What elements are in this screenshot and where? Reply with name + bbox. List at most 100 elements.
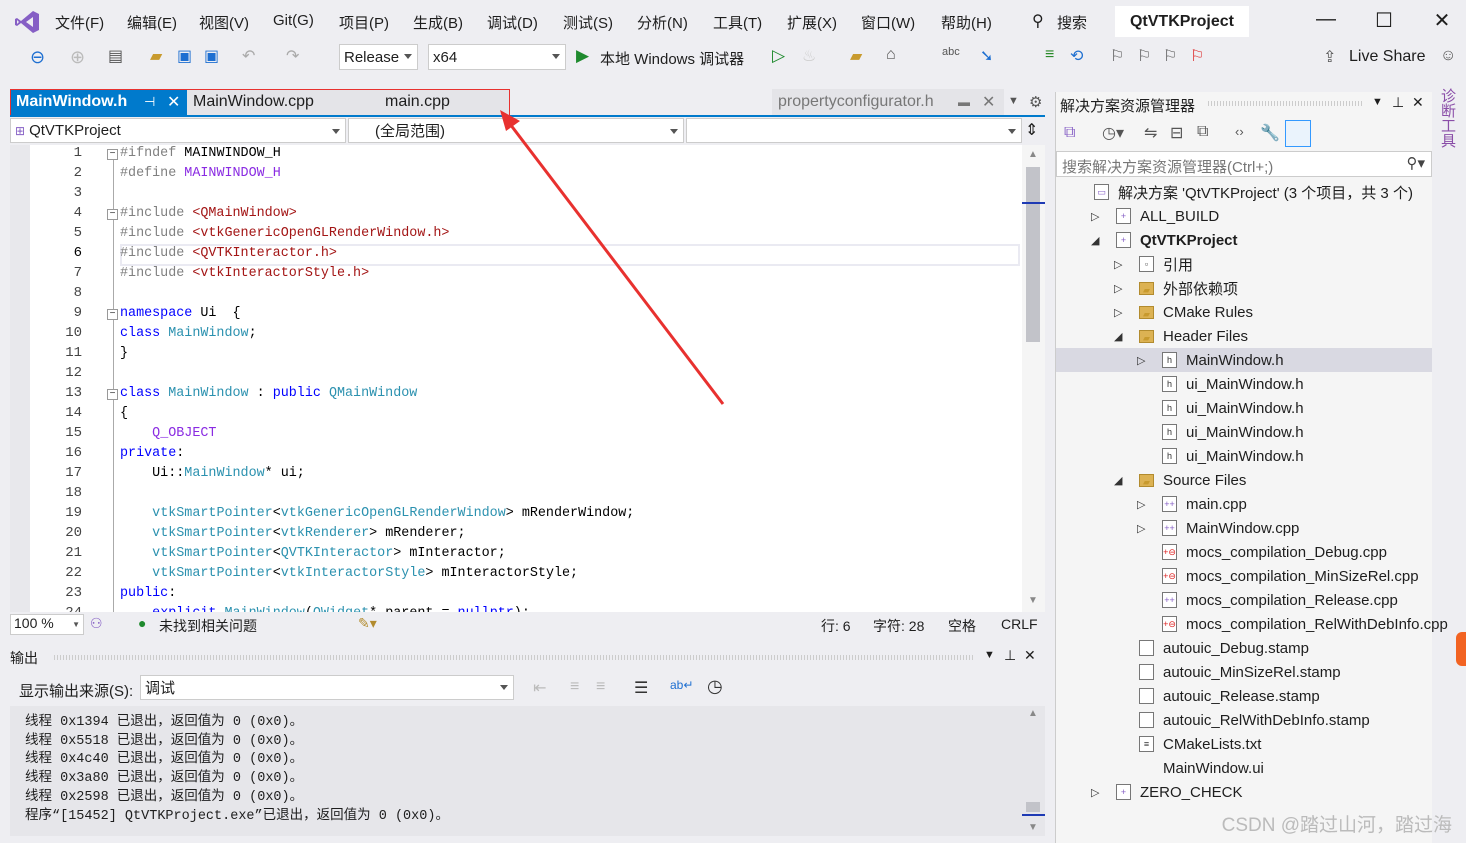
search-button[interactable]: 搜索 <box>1057 12 1087 33</box>
expanded-arrow-icon[interactable]: ◢ <box>1091 234 1099 247</box>
tree-item[interactable]: ▭ 解决方案 'QtVTKProject' (3 个项目，共 3 个) <box>1056 180 1432 204</box>
indent-mode[interactable]: 空格 <box>948 616 976 636</box>
tab-propertyconfigurator-h[interactable]: propertyconfigurator.h ▬ ✕ <box>772 89 1004 115</box>
tree-item[interactable]: ▷ ▰ CMake Rules <box>1056 300 1432 324</box>
save-all-icon[interactable]: ▣ <box>204 46 219 66</box>
tree-item[interactable]: ▷ ▫ 引用 <box>1056 252 1432 276</box>
comment-icon[interactable]: ≡ <box>1045 46 1054 64</box>
tree-item[interactable]: h ui_MainWindow.h <box>1056 444 1432 468</box>
code-line[interactable]: #include <vtkInteractorStyle.h> <box>120 264 369 284</box>
tab-list-dropdown-icon[interactable]: ▼ <box>1008 95 1019 107</box>
code-line[interactable]: } <box>120 344 128 364</box>
scope-nav-select[interactable]: (全局范围) <box>348 118 684 143</box>
menu-item[interactable]: 调试(D) <box>487 12 538 33</box>
tree-item[interactable]: ▷ + ZERO_CHECK <box>1056 780 1432 804</box>
search-icon[interactable]: ⚲▾ <box>1406 154 1425 172</box>
code-line[interactable]: Q_OBJECT <box>120 424 216 444</box>
uncomment-icon[interactable]: ⟲ <box>1070 46 1083 66</box>
find-in-files-icon[interactable]: ▰ <box>850 46 862 66</box>
tree-item[interactable]: ◢ + QtVTKProject <box>1056 228 1432 252</box>
code-editor[interactable]: 1 #ifndef MAINWINDOW_H −2 #define MAINWINDO… <box>10 145 1022 612</box>
menu-item[interactable]: 视图(V) <box>199 12 249 33</box>
collapsed-arrow-icon[interactable]: ▷ <box>1091 210 1099 223</box>
tree-item[interactable]: ▷ ▰ 外部依赖项 <box>1056 276 1432 300</box>
code-line[interactable]: vtkSmartPointer<vtkGenericOpenGLRenderWi… <box>120 504 634 524</box>
tree-item[interactable]: ++ mocs_compilation_Release.cpp <box>1056 588 1432 612</box>
code-line[interactable]: #include <QMainWindow> <box>120 204 297 224</box>
code-line[interactable]: class MainWindow : public QMainWindow <box>120 384 417 404</box>
code-line[interactable]: vtkSmartPointer<vtkRenderer> mRenderer; <box>120 524 465 544</box>
tree-item[interactable]: +⊖ mocs_compilation_RelWithDebInfo.cpp <box>1056 612 1448 636</box>
new-project-icon[interactable]: ▤ <box>108 46 123 66</box>
sync-icon[interactable]: ⇋ <box>1144 123 1157 143</box>
maximize-button[interactable]: ☐ <box>1369 8 1399 33</box>
tree-item[interactable]: +⊖ mocs_compilation_MinSizeRel.cpp <box>1056 564 1432 588</box>
clear-bookmarks-icon[interactable]: ⚐ <box>1190 46 1204 66</box>
tree-item[interactable]: ▷ h MainWindow.h <box>1056 348 1432 372</box>
close-tab-icon[interactable]: ✕ <box>982 92 995 112</box>
tree-item[interactable]: MainWindow.ui <box>1056 756 1432 780</box>
switch-views-icon[interactable]: ⧉ <box>1064 124 1075 142</box>
menu-item[interactable]: 窗口(W) <box>861 12 915 33</box>
code-line[interactable]: Ui::MainWindow* ui; <box>120 464 305 484</box>
menu-item[interactable]: 工具(T) <box>713 12 762 33</box>
configuration-select[interactable]: Release <box>339 44 418 70</box>
tree-item[interactable]: ▷ ++ MainWindow.cpp <box>1056 516 1432 540</box>
menu-item[interactable]: 编辑(E) <box>127 12 177 33</box>
code-line[interactable]: #include <vtkGenericOpenGLRenderWindow.h… <box>120 224 449 244</box>
member-nav-select[interactable] <box>686 118 1022 143</box>
char-indicator[interactable]: 字符: 28 <box>873 616 924 636</box>
code-line[interactable]: explicit MainWindow(QWidget* parent = nu… <box>120 604 530 612</box>
properties-wrench-icon[interactable]: 🔧 <box>1260 123 1280 143</box>
project-nav-select[interactable]: ⊞ QtVTKProject <box>10 118 346 143</box>
output-vertical-scrollbar[interactable]: ▲ ▼ <box>1022 706 1045 836</box>
clear-all-icon[interactable]: ☰ <box>634 678 648 698</box>
share-icon[interactable]: ⇪ <box>1323 47 1336 67</box>
prev-bookmark-icon[interactable]: ⚐ <box>1137 46 1151 66</box>
collapsed-arrow-icon[interactable]: ▷ <box>1114 258 1122 271</box>
save-icon[interactable]: ▣ <box>177 46 192 66</box>
solution-search-input[interactable]: 搜索解决方案资源管理器(Ctrl+;) ⚲▾ <box>1056 151 1432 177</box>
view-code-icon[interactable]: ‹› <box>1235 124 1244 139</box>
collapse-all-icon[interactable]: ⊟ <box>1170 123 1183 143</box>
preview-selected-button[interactable] <box>1285 120 1311 147</box>
scroll-thumb[interactable] <box>1026 802 1040 812</box>
window-menu-icon[interactable]: ▼ <box>984 649 995 661</box>
split-editor-icon[interactable]: ⇕ <box>1025 120 1038 140</box>
diagnostic-tools-tab[interactable]: 诊断工具 <box>1438 88 1458 148</box>
next-message-icon[interactable]: ≡ <box>596 678 605 696</box>
goto-line-icon[interactable]: ⇤ <box>533 678 546 698</box>
code-line[interactable]: class MainWindow; <box>120 324 257 344</box>
tree-item[interactable]: ▷ + ALL_BUILD <box>1056 204 1432 228</box>
menu-item[interactable]: 扩展(X) <box>787 12 837 33</box>
platform-select[interactable]: x64 <box>428 44 566 70</box>
tree-item[interactable]: autouic_Release.stamp <box>1056 684 1432 708</box>
code-line[interactable]: vtkSmartPointer<vtkInteractorStyle> mInt… <box>120 564 578 584</box>
close-panel-icon[interactable]: ✕ <box>1024 647 1036 664</box>
output-text[interactable]: 线程 0x1394 已退出，返回值为 0 (0x0)。 线程 0x5518 已退出… <box>10 706 1022 836</box>
code-line[interactable]: private: <box>120 444 184 464</box>
menu-item[interactable]: 生成(B) <box>413 12 463 33</box>
pending-changes-filter-icon[interactable]: ◷▾ <box>1102 123 1124 143</box>
select-pointer-icon[interactable]: ➘ <box>980 46 993 66</box>
clock-icon[interactable]: ◷ <box>707 676 723 697</box>
tree-item[interactable]: autouic_Debug.stamp <box>1056 636 1432 660</box>
pin-icon[interactable]: ▬ <box>958 95 970 109</box>
code-line[interactable]: #ifndef MAINWINDOW_H <box>120 145 281 164</box>
collapsed-arrow-icon[interactable]: ▷ <box>1137 522 1145 535</box>
scroll-thumb[interactable] <box>1026 167 1040 342</box>
issues-status[interactable]: 未找到相关问题 <box>159 616 257 636</box>
code-line[interactable]: public: <box>120 584 176 604</box>
tree-item[interactable]: h ui_MainWindow.h <box>1056 420 1432 444</box>
live-share-button[interactable]: Live Share <box>1349 48 1426 66</box>
feedback-icon[interactable]: ☺ <box>1440 47 1456 65</box>
menu-item[interactable]: 分析(N) <box>637 12 688 33</box>
line-ending[interactable]: CRLF <box>1001 616 1038 632</box>
show-all-files-icon[interactable]: ⧉ <box>1197 123 1208 141</box>
hot-reload-icon[interactable]: ♨ <box>802 46 816 66</box>
line-indicator[interactable]: 行: 6 <box>821 616 851 636</box>
open-file-icon[interactable]: ▰ <box>150 46 162 66</box>
collapse-region-icon[interactable]: − <box>107 389 118 400</box>
intellicode-icon[interactable]: ⚇ <box>90 615 103 632</box>
navigate-forward-icon[interactable]: ⊕ <box>70 47 85 68</box>
